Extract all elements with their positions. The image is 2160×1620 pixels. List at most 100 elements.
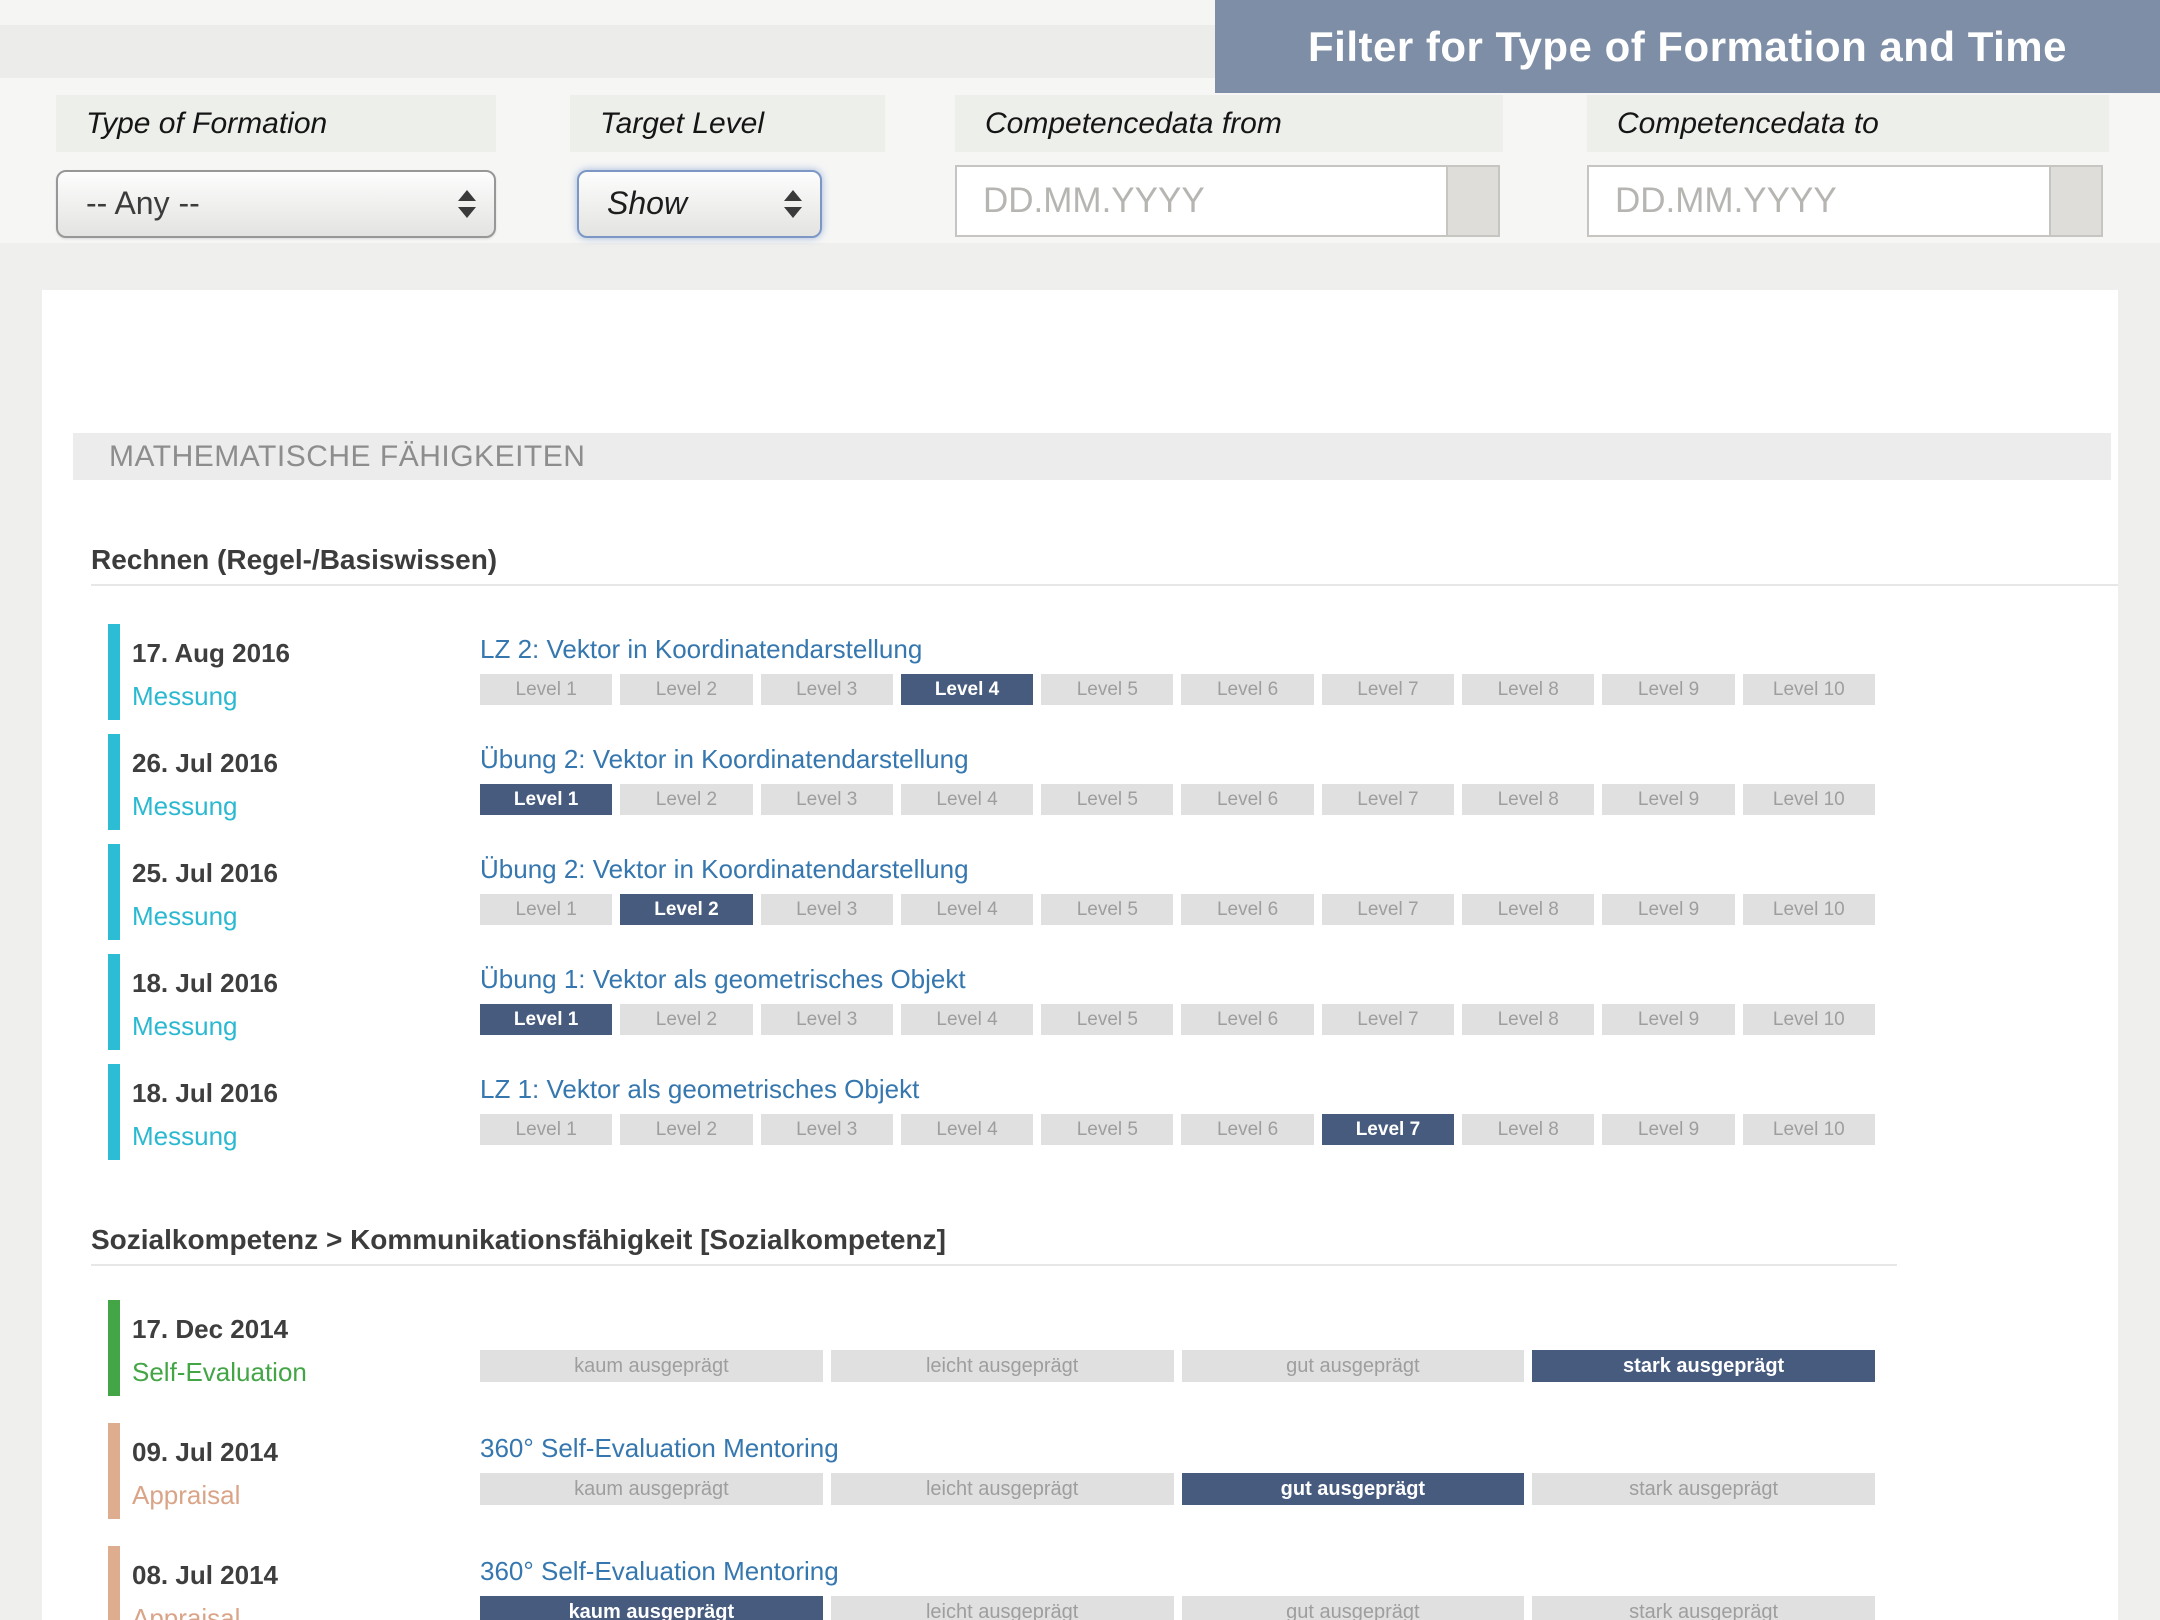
entry-title-link[interactable]: Übung 1: Vektor als geometrisches Objekt [480,964,2118,1004]
level-scale: kaum ausgeprägtleicht ausgeprägtgut ausg… [480,1473,1875,1505]
entry-meta: 09. Jul 2014 Appraisal [120,1423,480,1519]
level-pill: stark ausgeprägt [1532,1596,1875,1620]
level-pill-selected: Level 1 [480,784,612,815]
entry-list: 17. Dec 2014 Self-Evaluation kaum ausgep… [108,1300,2118,1620]
entry-type-bar [108,844,120,940]
competence-entry: 18. Jul 2016 Messung LZ 1: Vektor als ge… [108,1064,2118,1160]
level-pill: Level 2 [620,1004,752,1035]
level-pill: Level 10 [1743,784,1875,815]
entry-type-bar [108,954,120,1050]
entry-title-link [480,1310,2118,1350]
level-pill: Level 8 [1462,674,1594,705]
competence-entry: 26. Jul 2016 Messung Übung 2: Vektor in … [108,734,2118,830]
entry-title-link[interactable]: Übung 2: Vektor in Koordinatendarstellun… [480,744,2118,784]
level-pill: Level 10 [1743,894,1875,925]
level-pill: Level 5 [1041,784,1173,815]
level-pill: Level 1 [480,1114,612,1145]
date-from-group [955,165,1500,237]
calendar-button[interactable] [2049,167,2101,235]
date-from-input[interactable] [957,167,1446,235]
entry-type-label: Messung [132,1011,480,1042]
entry-type-label: Self-Evaluation [132,1357,480,1388]
level-pill: Level 7 [1322,674,1454,705]
entry-meta: 18. Jul 2016 Messung [120,954,480,1050]
level-pill: Level 3 [761,1004,893,1035]
spinner-arrows-icon [784,190,802,218]
entry-title-link[interactable]: 360° Self-Evaluation Mentoring [480,1556,2118,1596]
level-pill: Level 8 [1462,1114,1594,1145]
level-pill: leicht ausgeprägt [831,1473,1174,1505]
entry-type-bar [108,1064,120,1160]
level-pill-selected: Level 4 [901,674,1033,705]
level-pill: Level 2 [620,674,752,705]
level-pill: Level 5 [1041,1114,1173,1145]
spinner-arrows-icon [458,190,476,218]
entry-type-label: Appraisal [132,1603,480,1620]
level-pill: Level 8 [1462,784,1594,815]
entry-main: 360° Self-Evaluation Mentoring kaum ausg… [480,1423,2118,1519]
level-pill: Level 9 [1602,1004,1734,1035]
group-title: Sozialkompetenz > Kommunikationsfähigkei… [91,1224,2118,1256]
level-scale: Level 1Level 2Level 3Level 4Level 5Level… [480,784,1875,815]
group-divider [91,1264,1897,1266]
level-pill: Level 10 [1743,1114,1875,1145]
target-level-select[interactable]: Show [577,170,822,238]
competence-group: Sozialkompetenz > Kommunikationsfähigkei… [42,1224,2118,1620]
type-of-formation-select[interactable]: -- Any -- [56,170,496,238]
entry-type-bar [108,1300,120,1396]
calendar-button[interactable] [1446,167,1498,235]
entry-date: 17. Dec 2014 [132,1314,480,1345]
level-scale: Level 1Level 2Level 3Level 4Level 5Level… [480,1004,1875,1035]
level-pill: Level 4 [901,784,1033,815]
entry-meta: 25. Jul 2016 Messung [120,844,480,940]
entry-date: 25. Jul 2016 [132,858,480,889]
level-pill: Level 8 [1462,894,1594,925]
level-pill: Level 7 [1322,1004,1454,1035]
competence-group: Rechnen (Regel-/Basiswissen) 17. Aug 201… [42,544,2118,1160]
type-of-formation-value: -- Any -- [86,185,200,221]
entry-title-link[interactable]: 360° Self-Evaluation Mentoring [480,1433,2118,1473]
target-level-value: Show [607,185,687,221]
label-competencedata-from: Competencedata from [955,95,1503,152]
level-pill: Level 6 [1181,1004,1313,1035]
level-pill: gut ausgeprägt [1182,1350,1525,1382]
label-type-of-formation: Type of Formation [56,95,496,152]
competence-entry: 17. Aug 2016 Messung LZ 2: Vektor in Koo… [108,624,2118,720]
level-scale: Level 1Level 2Level 3Level 4Level 5Level… [480,674,1875,705]
competence-entry: 08. Jul 2014 Appraisal 360° Self-Evaluat… [108,1546,2118,1620]
level-pill-selected: Level 7 [1322,1114,1454,1145]
entry-main: LZ 1: Vektor als geometrisches Objekt Le… [480,1064,2118,1160]
date-to-group [1587,165,2103,237]
level-scale: Level 1Level 2Level 3Level 4Level 5Level… [480,1114,1875,1145]
level-scale: kaum ausgeprägtleicht ausgeprägtgut ausg… [480,1350,1875,1382]
entry-list: 17. Aug 2016 Messung LZ 2: Vektor in Koo… [108,624,2118,1160]
level-pill: Level 7 [1322,894,1454,925]
competence-entry: 25. Jul 2016 Messung Übung 2: Vektor in … [108,844,2118,940]
level-pill: Level 3 [761,784,893,815]
level-pill: Level 5 [1041,1004,1173,1035]
entry-main: LZ 2: Vektor in Koordinatendarstellung L… [480,624,2118,720]
level-pill: Level 10 [1743,674,1875,705]
entry-title-link[interactable]: LZ 2: Vektor in Koordinatendarstellung [480,634,2118,674]
level-pill: leicht ausgeprägt [831,1350,1174,1382]
level-pill-selected: stark ausgeprägt [1532,1350,1875,1382]
level-pill: Level 6 [1181,894,1313,925]
entry-type-label: Messung [132,1121,480,1152]
section-header: MATHEMATISCHE FÄHIGKEITEN [73,433,2111,480]
level-pill: Level 4 [901,1004,1033,1035]
entry-date: 08. Jul 2014 [132,1560,480,1591]
entry-title-link[interactable]: LZ 1: Vektor als geometrisches Objekt [480,1074,2118,1114]
entry-date: 18. Jul 2016 [132,968,480,999]
entry-meta: 08. Jul 2014 Appraisal [120,1546,480,1620]
entry-type-bar [108,1546,120,1620]
entry-date: 26. Jul 2016 [132,748,480,779]
content-panel: MATHEMATISCHE FÄHIGKEITEN Rechnen (Regel… [42,290,2118,1620]
date-to-input[interactable] [1589,167,2049,235]
level-pill: Level 1 [480,894,612,925]
filter-banner: Filter for Type of Formation and Time [1215,0,2160,93]
level-pill: Level 9 [1602,674,1734,705]
level-pill-selected: kaum ausgeprägt [480,1596,823,1620]
entry-title-link[interactable]: Übung 2: Vektor in Koordinatendarstellun… [480,854,2118,894]
level-pill: Level 6 [1181,784,1313,815]
entry-date: 09. Jul 2014 [132,1437,480,1468]
